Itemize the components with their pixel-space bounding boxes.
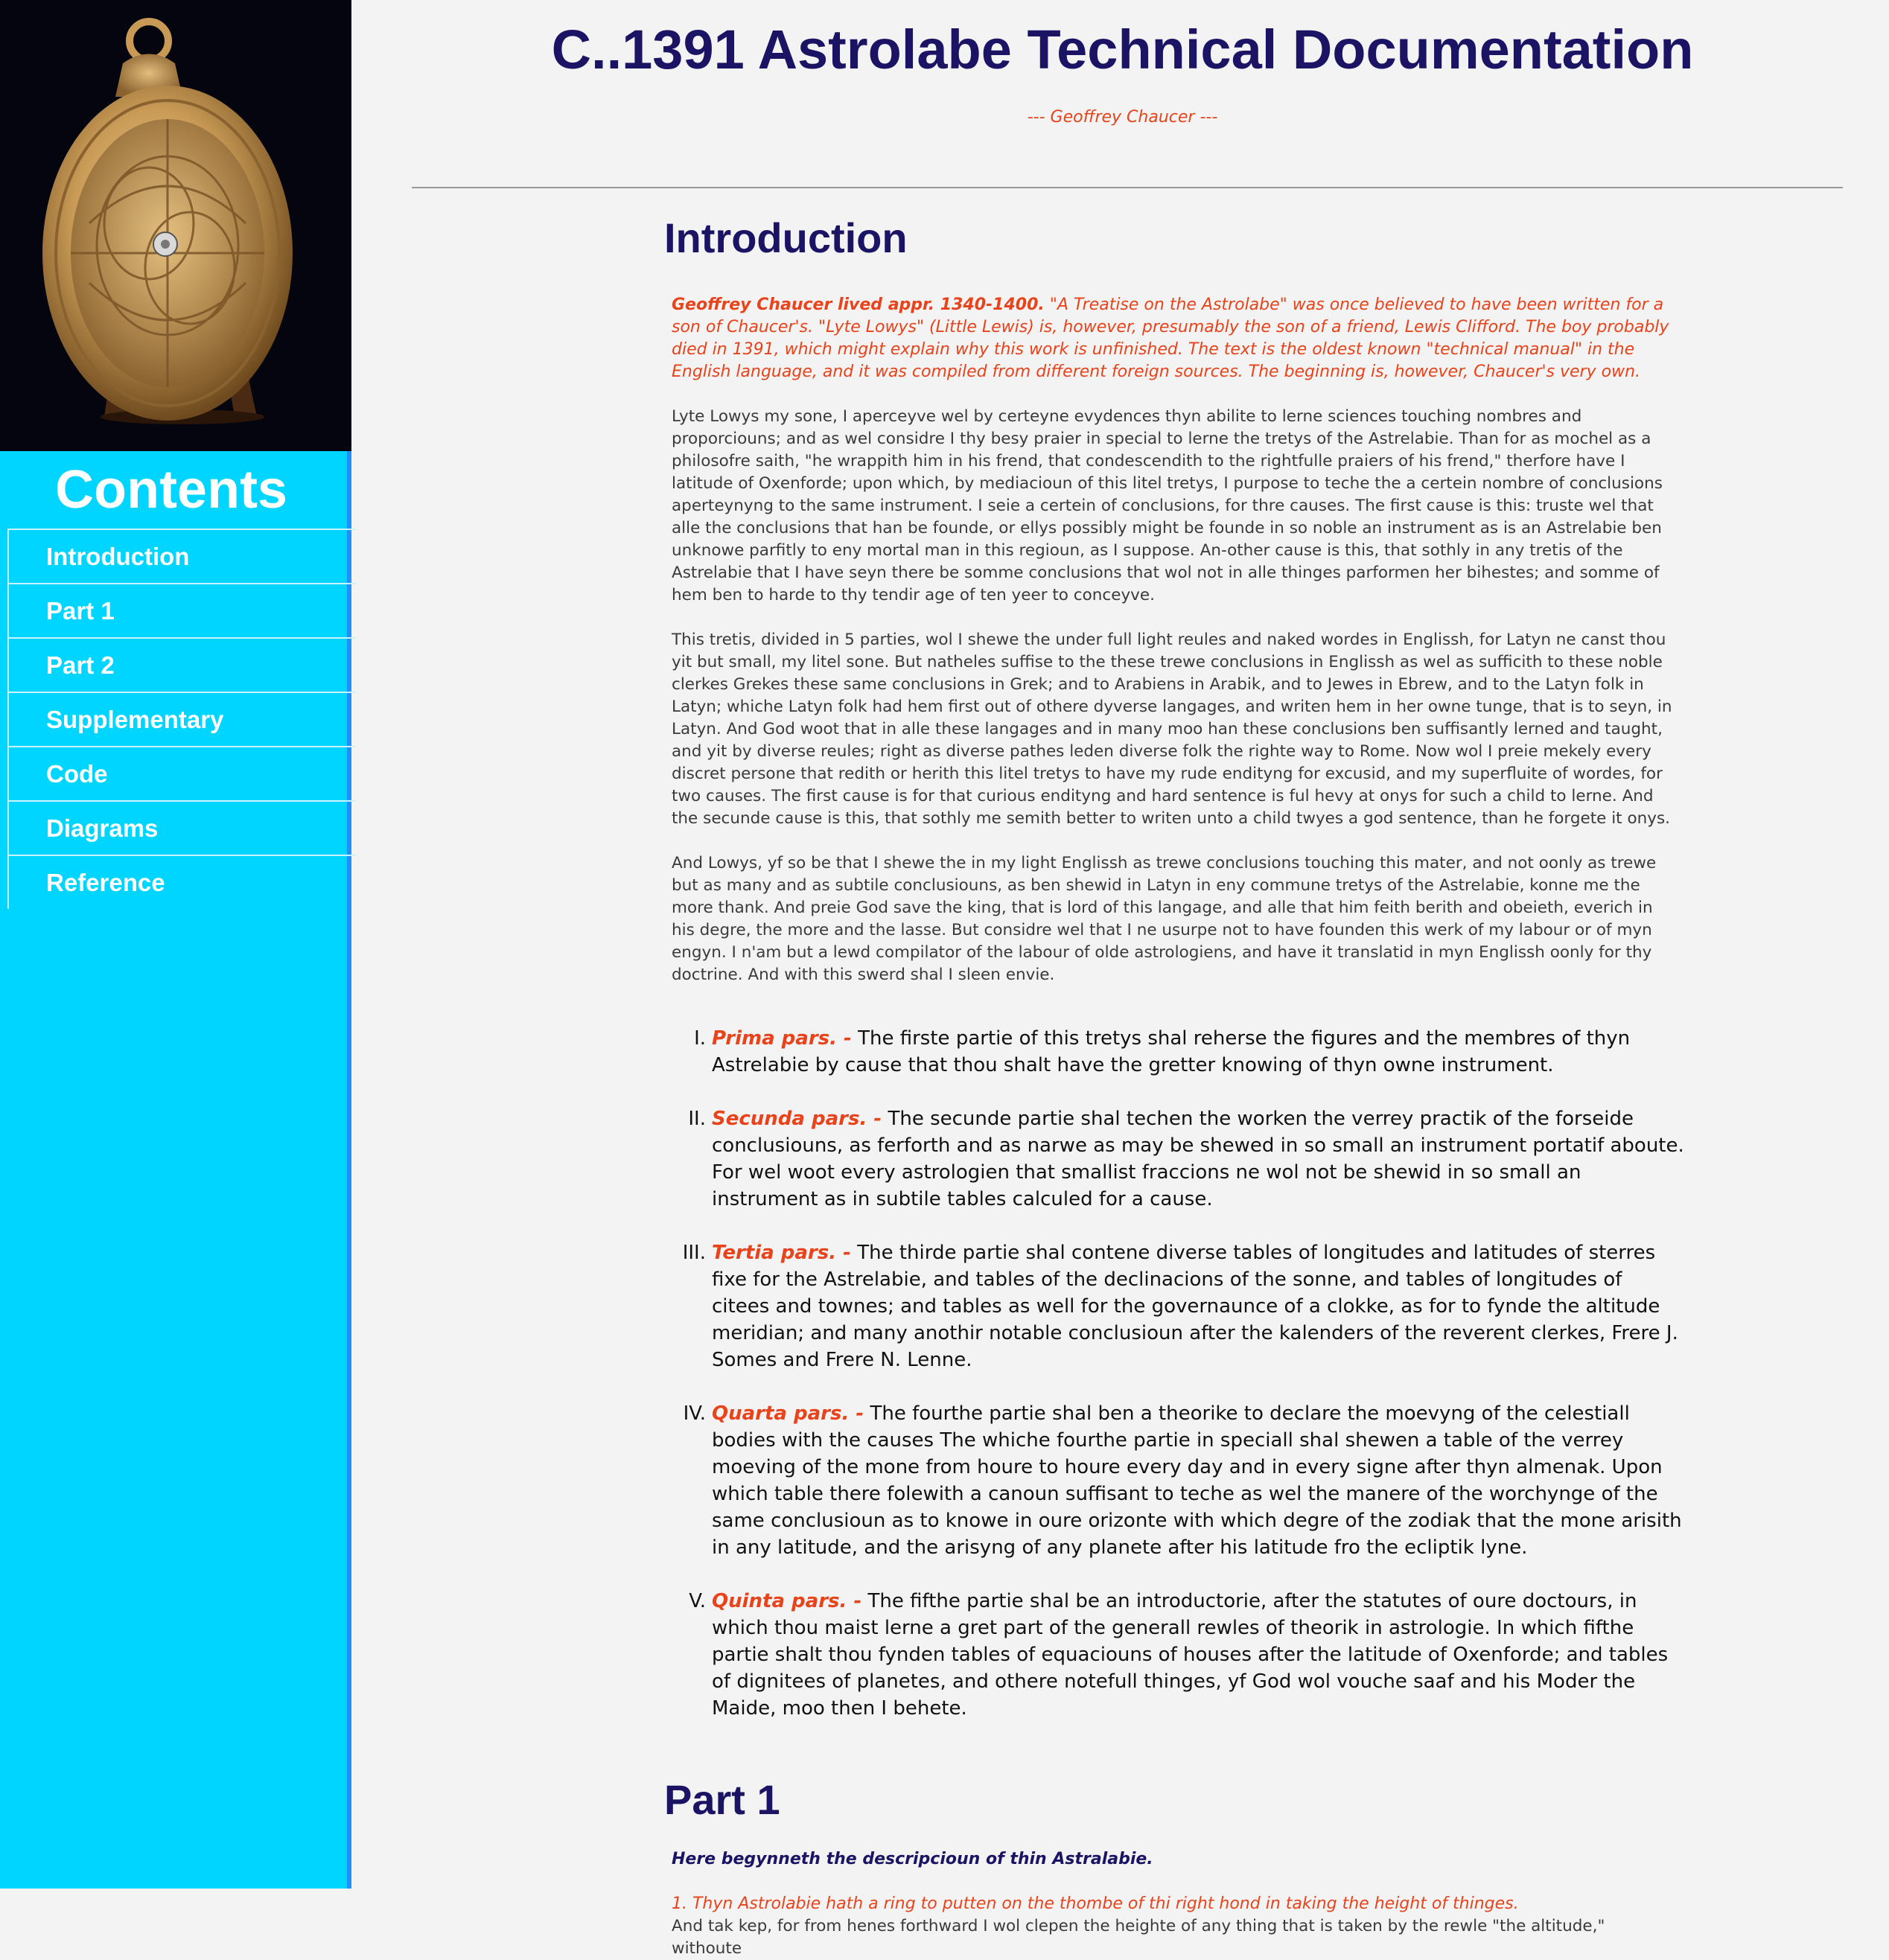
contents-title: Contents <box>55 460 287 520</box>
part-1-section: Part 1 Here begynneth the descripcioun o… <box>664 1774 1684 1960</box>
part-1-item-heading: 1. Thyn Astrolabie hath a ring to putten… <box>672 1894 1519 1913</box>
sidebar: Contents Introduction Part 1 Part 2 Supp… <box>0 0 356 1889</box>
part-name: Secunda pars. - <box>712 1108 882 1130</box>
part-description: The thirde partie shal contene diverse t… <box>712 1242 1678 1371</box>
part-1-heading: Part 1 <box>664 1776 780 1823</box>
nav-item-introduction[interactable]: Introduction <box>7 529 356 583</box>
documentation-body: Introduction Geoffrey Chaucer lived appr… <box>664 212 1684 1960</box>
part-numeral: II. <box>688 1108 706 1130</box>
nav-item-code[interactable]: Code <box>7 746 356 800</box>
intro-paragraph: And Lowys, yf so be that I shewe the in … <box>672 854 1657 984</box>
parts-list-item: III. Tertia pars. - The thirde partie sha… <box>664 1239 1684 1373</box>
parts-list-item: I. Prima pars. - The firste partie of thi… <box>664 1025 1684 1079</box>
intro-paragraph: Lyte Lowys my sone, I aperceyve wel by c… <box>672 407 1663 604</box>
nav-item-part-2[interactable]: Part 2 <box>7 637 356 692</box>
intro-paragraph: This tretis, divided in 5 parties, wol I… <box>672 631 1672 828</box>
intro-note: Geoffrey Chaucer lived appr. 1340-1400. … <box>672 294 1669 383</box>
nav-item-supplementary[interactable]: Supplementary <box>7 692 356 746</box>
part-numeral: III. <box>682 1242 706 1264</box>
part-name: Quarta pars. - <box>712 1402 864 1425</box>
part-name: Tertia pars. - <box>712 1242 851 1264</box>
part-name: Quinta pars. - <box>712 1590 862 1612</box>
part-numeral: IV. <box>683 1402 706 1425</box>
nav-item-reference[interactable]: Reference <box>7 855 356 909</box>
part-1-item-text: And tak kep, for from henes forthward I … <box>672 1917 1605 1958</box>
part-numeral: V. <box>689 1590 706 1612</box>
part-description: The fourthe partie shal ben a theorike t… <box>712 1402 1682 1559</box>
parts-list-item: V. Quinta pars. - The fifthe partie shal … <box>664 1588 1684 1722</box>
intro-note-lead: Geoffrey Chaucer lived appr. 1340-1400. <box>672 296 1045 314</box>
page-title: C..1391 Astrolabe Technical Documentatio… <box>551 19 1694 80</box>
nav-item-part-1[interactable]: Part 1 <box>7 583 356 637</box>
part-name: Prima pars. - <box>712 1027 852 1050</box>
astrolabe-illustration <box>42 18 293 424</box>
author-line: --- Geoffrey Chaucer --- <box>1027 108 1218 127</box>
introduction-heading: Introduction <box>664 214 908 261</box>
astrolabe-image <box>0 0 351 451</box>
nav-item-diagrams[interactable]: Diagrams <box>7 800 356 855</box>
introduction-section: Introduction Geoffrey Chaucer lived appr… <box>664 212 1684 1722</box>
parts-list-item: II. Secunda pars. - The secunde partie sh… <box>664 1105 1684 1213</box>
main-content: C..1391 Astrolabe Technical Documentatio… <box>356 0 1889 1958</box>
contents-nav: Introduction Part 1 Part 2 Supplementary… <box>7 529 356 909</box>
parts-list-item: IV. Quarta pars. - The fourthe partie sha… <box>664 1400 1684 1561</box>
part-numeral: I. <box>694 1027 706 1050</box>
parts-list: I. Prima pars. - The firste partie of thi… <box>664 1025 1684 1722</box>
part-1-subtitle: Here begynneth the descripcioun of thin … <box>672 1850 1153 1868</box>
header-divider <box>412 187 1843 188</box>
